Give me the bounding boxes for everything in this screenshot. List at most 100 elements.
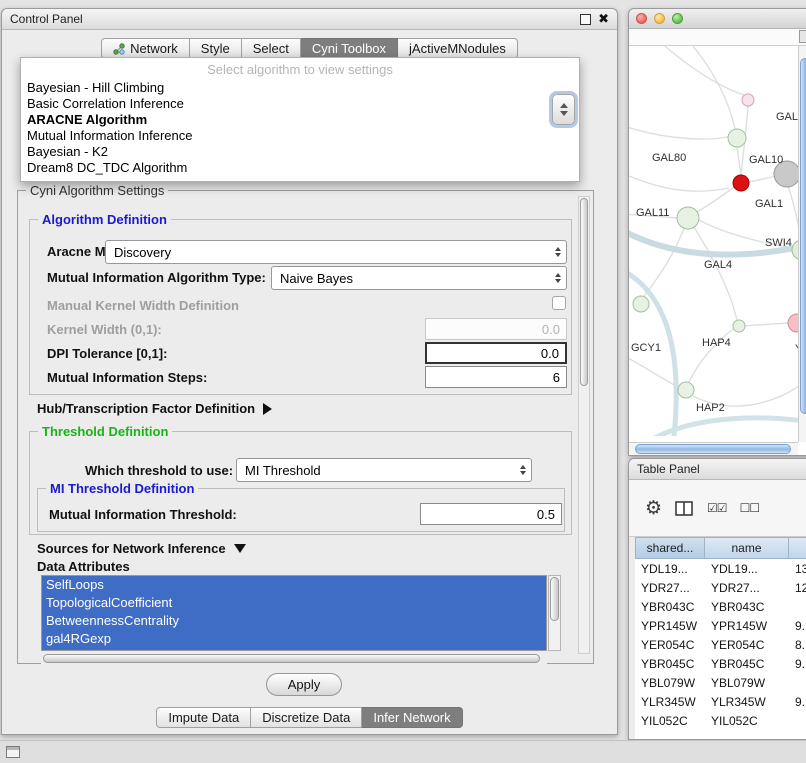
mi-type-label: Mutual Information Algorithm Type: — [47, 270, 266, 285]
list-item[interactable]: BetweennessCentrality — [42, 612, 546, 630]
table-panel-titlebar[interactable]: Table Panel — [629, 459, 806, 480]
algorithm-option[interactable]: Bayesian - K2 — [21, 144, 579, 160]
control-panel-titlebar[interactable]: Control Panel ✖ — [2, 9, 617, 30]
mi-threshold-input[interactable]: 0.5 — [420, 503, 562, 525]
mi-threshold-value: 0.5 — [537, 507, 555, 522]
tab-label: Style — [201, 41, 230, 56]
popup-placeholder: Select algorithm to view settings — [21, 58, 579, 80]
cyni-algorithm-settings-group: Cyni Algorithm Settings Algorithm Defini… — [17, 190, 594, 664]
network-node[interactable] — [678, 382, 694, 398]
checked-boxes-icon[interactable]: ☑☑ — [707, 501, 727, 515]
node-label: GAL — [776, 111, 798, 123]
scrollbar-thumb[interactable] — [550, 577, 559, 621]
kernel-width-input[interactable]: 0.0 — [425, 318, 567, 340]
manual-kernel-checkbox[interactable] — [552, 296, 566, 310]
settings-vertical-scrollbar[interactable] — [578, 196, 590, 654]
docked-panel-icon[interactable] — [6, 746, 20, 758]
scrollbar-thumb[interactable] — [800, 58, 806, 414]
cell: 9. — [789, 619, 806, 633]
unchecked-boxes-icon[interactable]: ☐☐ — [740, 501, 760, 515]
close-panel-icon[interactable]: ✖ — [598, 14, 609, 24]
list-item[interactable]: TopologicalCoefficient — [42, 594, 546, 612]
tab-style[interactable]: Style — [190, 38, 242, 59]
mi-threshold-label: Mutual Information Threshold: — [49, 507, 237, 522]
dpi-tolerance-input[interactable]: 0.0 — [425, 342, 567, 364]
table-row[interactable]: YBR043C YBR043C — [635, 597, 806, 616]
tab-infer-network[interactable]: Infer Network — [362, 707, 462, 728]
column-header-shared-name[interactable]: shared... — [635, 537, 705, 559]
attributes-horizontal-scrollbar[interactable] — [41, 653, 547, 664]
aracne-mode-combobox[interactable]: Discovery — [105, 240, 567, 264]
algorithm-combobox-button[interactable] — [552, 94, 575, 125]
kernel-width-label: Kernel Width (0,1): — [47, 322, 162, 337]
scrollbar-thumb[interactable] — [580, 198, 588, 386]
algorithm-option-selected[interactable]: ARACNE Algorithm — [21, 112, 579, 128]
algorithm-option[interactable]: Mutual Information Inference — [21, 128, 579, 144]
table-row[interactable]: YBL079W YBL079W — [635, 673, 806, 692]
chevron-down-icon — [234, 544, 246, 553]
cell: YER054C — [705, 638, 789, 652]
network-node-selected-red[interactable] — [733, 175, 749, 191]
bottom-status-strip — [0, 740, 806, 763]
close-window-button[interactable] — [636, 13, 647, 24]
node-label: HAP4 — [702, 337, 731, 349]
network-horizontal-scrollbar[interactable] — [629, 442, 798, 455]
tab-cyni-toolbox[interactable]: Cyni Toolbox — [301, 38, 398, 59]
minimize-window-button[interactable] — [654, 13, 665, 24]
sources-section-toggle[interactable]: Sources for Network Inference — [37, 541, 246, 556]
mi-steps-value: 6 — [553, 370, 560, 385]
algorithm-option[interactable]: Dream8 DC_TDC Algorithm — [21, 160, 579, 176]
toolbar-corner-widget[interactable] — [799, 30, 806, 43]
table-row[interactable]: YIL052C YIL052C — [635, 711, 806, 730]
zoom-window-button[interactable] — [672, 13, 683, 24]
network-node[interactable] — [742, 94, 754, 106]
network-vertical-scrollbar[interactable] — [798, 46, 806, 442]
network-node[interactable] — [733, 320, 745, 332]
network-canvas[interactable]: GAL GAL80 GAL10 GAL11 GAL1 SWI4 GAL4 GCY… — [629, 46, 806, 455]
combo-up-arrow-icon — [560, 103, 568, 108]
network-graph: GAL GAL80 GAL10 GAL11 GAL1 SWI4 GAL4 GCY… — [629, 46, 799, 436]
table-panel-window: Table Panel ⚙ ☑☑ ☐☐ shared... name YDL19… — [628, 458, 806, 740]
table-row[interactable]: YER054C YER054C 8. — [635, 635, 806, 654]
list-item[interactable]: SelfLoops — [42, 576, 546, 594]
columns-icon[interactable] — [675, 501, 694, 516]
cell: YBL079W — [635, 676, 705, 690]
tab-jactivemnodules[interactable]: jActiveMNodules — [398, 38, 518, 59]
tab-discretize-data[interactable]: Discretize Data — [251, 707, 362, 728]
mi-steps-input[interactable]: 6 — [425, 366, 567, 388]
network-window-titlebar[interactable] — [629, 9, 806, 29]
aracne-mode-value: Discovery — [114, 245, 171, 260]
network-node[interactable] — [633, 296, 649, 312]
cell: 8. — [789, 638, 806, 652]
scrollbar-thumb[interactable] — [635, 444, 791, 454]
hub-section-toggle[interactable]: Hub/Transcription Factor Definition — [37, 401, 272, 416]
list-item[interactable]: gal4RGexp — [42, 630, 546, 648]
node-label: GAL1 — [755, 198, 783, 210]
cell: YBR043C — [635, 600, 705, 614]
scrollbar-thumb[interactable] — [43, 654, 540, 663]
tab-network[interactable]: Network — [101, 38, 190, 59]
attributes-vertical-scrollbar[interactable] — [548, 575, 561, 651]
gear-icon[interactable]: ⚙ — [645, 499, 662, 518]
column-header-name[interactable]: name — [705, 537, 789, 559]
combo-arrows-icon — [555, 247, 561, 257]
network-node[interactable] — [728, 129, 746, 147]
combo-arrows-icon — [555, 273, 561, 283]
which-threshold-combobox[interactable]: MI Threshold — [236, 458, 532, 482]
float-window-icon[interactable] — [580, 14, 591, 25]
column-header-partial[interactable] — [789, 537, 806, 559]
tab-select[interactable]: Select — [242, 38, 301, 59]
apply-button[interactable]: Apply — [266, 673, 342, 696]
tab-label: Network — [130, 41, 178, 56]
algorithm-option[interactable]: Basic Correlation Inference — [21, 96, 579, 112]
cell: 9. — [789, 657, 806, 671]
table-row[interactable]: YDR27... YDR27... 12 — [635, 578, 806, 597]
mi-type-combobox[interactable]: Naive Bayes — [271, 266, 567, 290]
table-row[interactable]: YBR045C YBR045C 9. — [635, 654, 806, 673]
tab-impute-data[interactable]: Impute Data — [156, 707, 251, 728]
table-row[interactable]: YDL19... YDL19... 13 — [635, 559, 806, 578]
table-row[interactable]: YPR145W YPR145W 9. — [635, 616, 806, 635]
algorithm-option[interactable]: Bayesian - Hill Climbing — [21, 80, 579, 96]
network-node[interactable] — [677, 207, 699, 229]
table-row[interactable]: YLR345W YLR345W 9. — [635, 692, 806, 711]
